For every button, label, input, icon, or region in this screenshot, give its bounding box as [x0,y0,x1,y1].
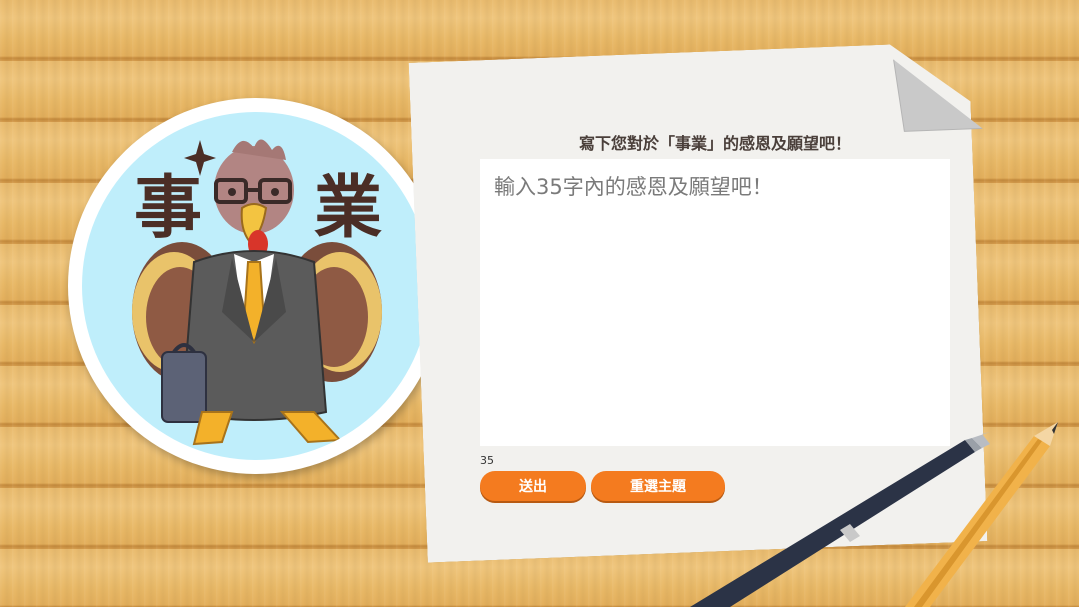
turkey-mascot-illustration [132,139,382,446]
char-limit-counter: 35 [480,454,494,467]
prompt-title: 寫下您對於「事業」的感恩及願望吧！ [578,134,851,153]
desk-stationery [690,422,1058,607]
wish-input[interactable] [480,159,950,446]
pencil-icon [905,422,1058,607]
sticker-label-right: 業 [314,168,383,248]
topic-sticker: 事 業 [68,98,444,474]
page-curl-corner [893,59,983,132]
sticker-circle: 事 業 [82,112,430,460]
briefcase [161,343,207,423]
sticker-label-left: 事 [134,168,203,248]
submit-button[interactable]: 送出 [480,471,586,501]
